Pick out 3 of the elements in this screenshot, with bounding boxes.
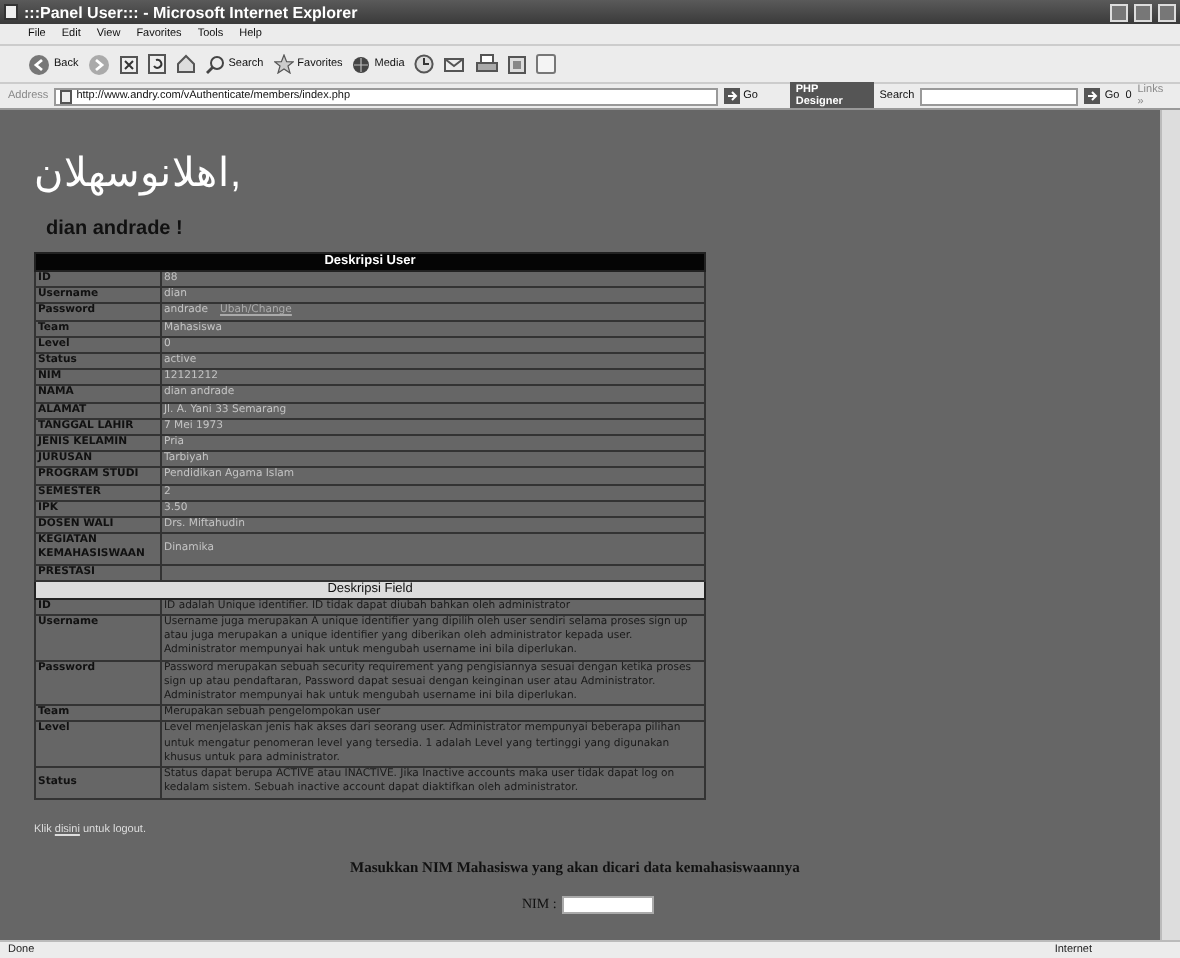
window-title: :::Panel User::: - Microsoft Internet Explorer [24,3,360,21]
user-name: dian andrade ! [46,218,185,240]
greeting: اهلانوسهلان, [34,150,242,198]
